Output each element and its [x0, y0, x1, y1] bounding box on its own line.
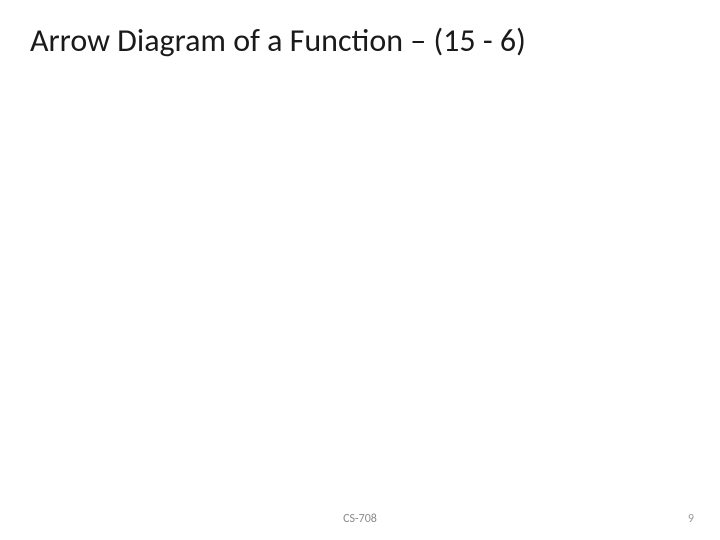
footer-course-code: CS-708 [0, 512, 720, 526]
slide-container: Arrow Diagram of a Function – (15 - 6) C… [0, 0, 720, 540]
slide-title: Arrow Diagram of a Function – (15 - 6) [30, 22, 700, 60]
footer-page-number: 9 [688, 512, 694, 526]
